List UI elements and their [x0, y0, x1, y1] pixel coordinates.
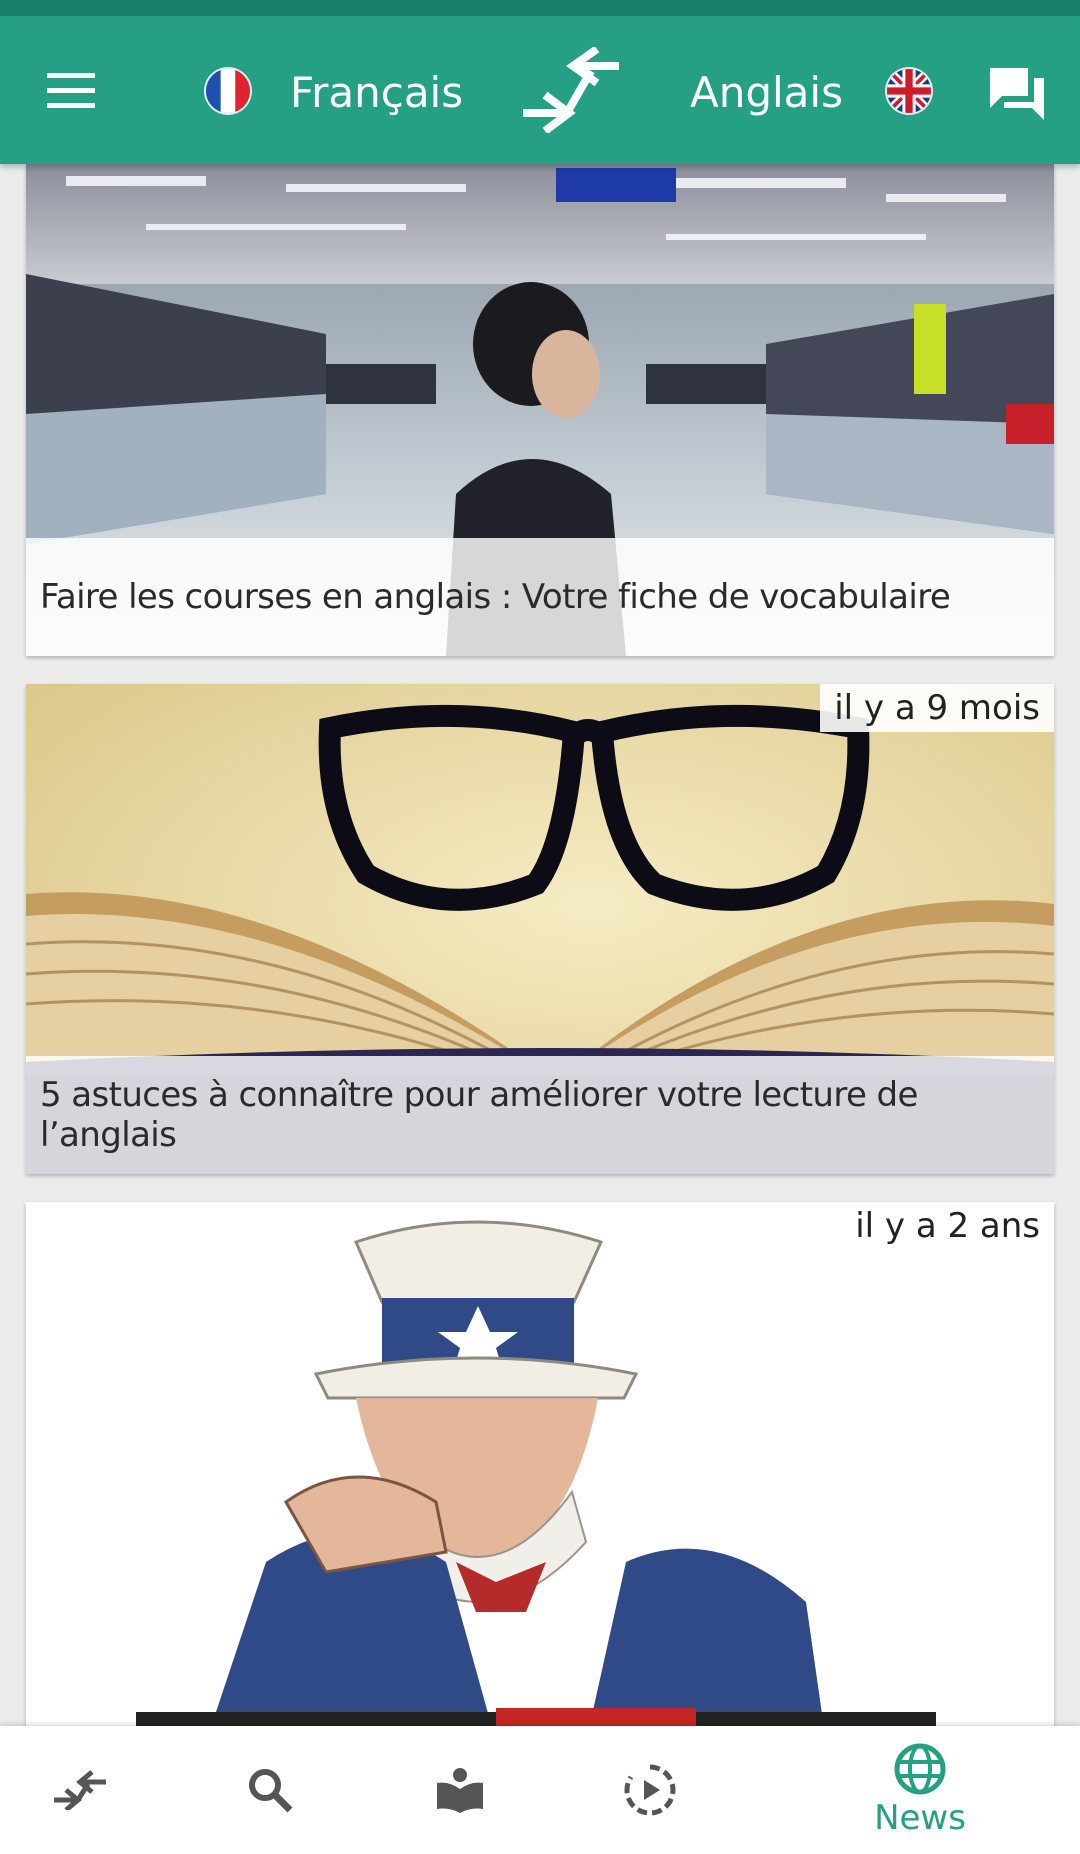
article-card[interactable]: il y a 9 mois 5 astuces à connaître pour… — [26, 684, 1054, 1174]
bottom-navigation: News — [0, 1726, 1080, 1854]
source-language-selector[interactable]: Français — [290, 60, 463, 124]
nav-reader[interactable] — [365, 1726, 555, 1854]
article-caption: Faire les courses en anglais : Votre fic… — [26, 538, 1054, 656]
source-language-label: Français — [290, 67, 464, 117]
article-age: il y a 2 ans — [855, 1206, 1040, 1246]
status-bar — [0, 0, 1080, 16]
nav-news[interactable]: News — [825, 1726, 1015, 1854]
reader-icon — [437, 1768, 483, 1813]
source-language-flag[interactable] — [206, 69, 250, 113]
nav-news-label: News — [874, 1798, 966, 1838]
article-card[interactable]: Faire les courses en anglais : Votre fic… — [26, 164, 1054, 656]
nav-play[interactable] — [555, 1726, 745, 1854]
article-title: 5 astuces à connaître pour améliorer vot… — [40, 1075, 918, 1155]
article-card[interactable]: il y a 2 ans — [26, 1202, 1054, 1726]
target-language-flag[interactable] — [887, 69, 931, 113]
france-flag-icon — [206, 69, 250, 113]
article-age-badge: il y a 2 ans — [841, 1202, 1054, 1250]
uncle-sam-poster — [26, 1202, 1054, 1726]
translate-icon — [54, 1770, 106, 1810]
nav-translate[interactable] — [0, 1726, 175, 1854]
article-caption: 5 astuces à connaître pour améliorer vot… — [26, 1056, 1054, 1174]
target-language-label: Anglais — [690, 67, 843, 117]
menu-icon — [47, 73, 95, 108]
nav-search[interactable] — [175, 1726, 365, 1854]
chat-button[interactable] — [980, 56, 1054, 130]
chat-icon — [990, 68, 1044, 120]
menu-button[interactable] — [30, 50, 112, 132]
globe-icon — [894, 1743, 946, 1795]
uk-flag-icon — [887, 69, 931, 113]
target-language-selector[interactable]: Anglais — [690, 60, 843, 124]
app-bar: Français Anglais — [0, 16, 1080, 164]
swap-languages-button[interactable] — [512, 38, 628, 142]
article-title: Faire les courses en anglais : Votre fic… — [40, 577, 951, 617]
article-age: il y a 9 mois — [834, 688, 1040, 728]
news-feed[interactable]: Faire les courses en anglais : Votre fic… — [0, 164, 1080, 1726]
article-age-badge: il y a 9 mois — [820, 684, 1054, 732]
play-icon — [624, 1764, 676, 1816]
search-icon — [249, 1769, 293, 1813]
swap-languages-icon — [523, 47, 619, 133]
